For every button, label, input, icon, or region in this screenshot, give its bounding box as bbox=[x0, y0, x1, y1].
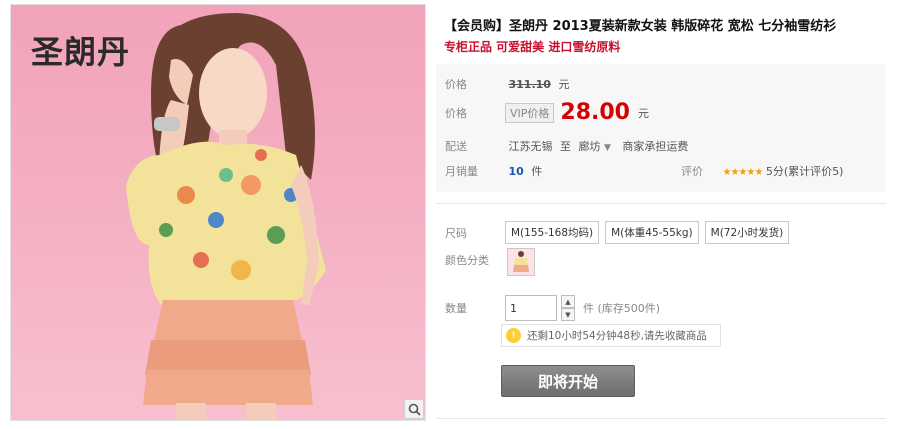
sale-price-label: 价格 bbox=[445, 106, 467, 120]
quantity-stepper[interactable]: ▲ ▼ bbox=[561, 295, 575, 321]
review-summary[interactable]: 评价 ★★★★★ 5分(累计评价5) bbox=[681, 163, 843, 179]
product-subtitle: 专柜正品 可爱甜美 进口雪纺原料 bbox=[444, 40, 621, 54]
chevron-down-icon[interactable]: ▼ bbox=[604, 143, 611, 153]
lightbulb-icon: ! bbox=[506, 328, 521, 343]
original-price-unit: 元 bbox=[558, 78, 570, 91]
magnifier-icon bbox=[408, 403, 421, 416]
monthly-sales-count: 10 bbox=[508, 165, 524, 178]
color-swatch[interactable] bbox=[507, 248, 535, 276]
color-category-label: 颜色分类 bbox=[445, 254, 489, 267]
rating-stars-icon: ★★★★★ bbox=[722, 167, 764, 178]
size-option[interactable]: M(155-168均码) bbox=[505, 221, 600, 244]
sale-price-unit: 元 bbox=[638, 106, 649, 120]
quantity-input[interactable] bbox=[505, 295, 557, 321]
model-illustration bbox=[126, 13, 326, 420]
increase-quantity-button[interactable]: ▲ bbox=[561, 295, 575, 308]
shipping-origin: 江苏无锡 bbox=[508, 140, 553, 153]
review-score-text[interactable]: 5分(累计评价5) bbox=[766, 165, 844, 178]
quantity-label: 数量 bbox=[445, 302, 467, 315]
size-option[interactable]: M(72小时发货) bbox=[704, 221, 790, 244]
sale-price: 28.00 bbox=[560, 100, 630, 125]
color-row: 颜色分类 bbox=[445, 252, 505, 268]
product-photo[interactable]: 圣朗丹 bbox=[10, 4, 426, 421]
shipping-to-word: 至 bbox=[560, 140, 571, 153]
shipping-row: 配送 江苏无锡 至 廊坊 ▼ 商家承担运费 bbox=[445, 138, 688, 154]
monthly-sales-row: 月销量 10 件 bbox=[445, 163, 542, 179]
original-price: 311.10 bbox=[508, 78, 551, 91]
swatch-thumbnail-icon bbox=[513, 251, 529, 272]
monthly-sales-unit: 件 bbox=[531, 165, 543, 178]
product-title: 【会员购】圣朗丹 2013夏装新款女装 韩版碎花 宽松 七分袖雪纺衫 bbox=[444, 19, 837, 34]
shipping-destination-select[interactable]: 廊坊 bbox=[579, 140, 601, 153]
countdown-text: 还剩10小时54分钟48秒,请先收藏商品 bbox=[527, 330, 707, 342]
vip-price-tag: VIP价格 bbox=[505, 102, 555, 123]
shipping-label: 配送 bbox=[445, 140, 467, 153]
section-divider bbox=[436, 203, 886, 204]
coming-soon-button[interactable]: 即将开始 bbox=[501, 365, 635, 397]
shipping-info: 商家承担运费 bbox=[622, 140, 689, 153]
sale-price-row: 价格 VIP价格 28.00 元 bbox=[445, 100, 649, 125]
review-label: 评价 bbox=[681, 165, 703, 178]
original-price-label: 价格 bbox=[445, 78, 467, 91]
monthly-sales-label: 月销量 bbox=[445, 165, 478, 178]
size-row: 尺码 M(155-168均码) M(体重45-55kg) M(72小时发货) bbox=[445, 221, 795, 244]
countdown-notice: ! 还剩10小时54分钟48秒,请先收藏商品 bbox=[501, 324, 721, 347]
quantity-row: 数量 ▲ ▼ 件 (库存500件) bbox=[445, 295, 660, 321]
zoom-button[interactable] bbox=[404, 399, 424, 419]
quantity-stock-text: 件 (库存500件) bbox=[583, 302, 661, 315]
size-option[interactable]: M(体重45-55kg) bbox=[605, 221, 699, 244]
decrease-quantity-button[interactable]: ▼ bbox=[561, 308, 575, 321]
original-price-row: 价格 311.10 元 bbox=[445, 76, 569, 92]
size-label: 尺码 bbox=[445, 226, 467, 240]
bottom-divider bbox=[436, 418, 886, 419]
